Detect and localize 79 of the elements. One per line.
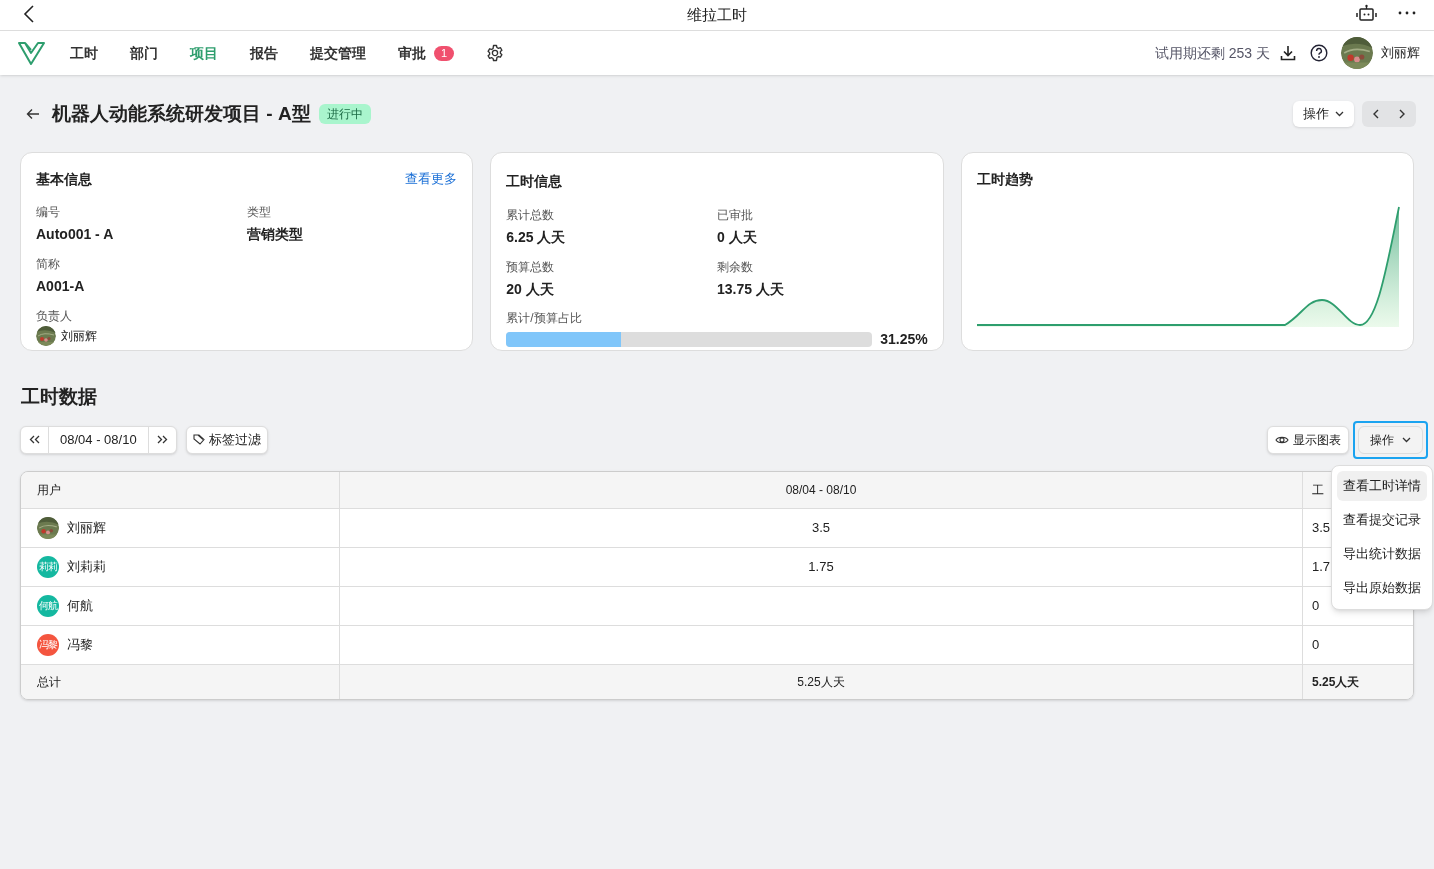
back-icon[interactable]	[22, 5, 36, 23]
menu-item[interactable]: 导出原始数据	[1337, 573, 1427, 603]
next-icon[interactable]	[1399, 109, 1406, 119]
window-title: 维拉工时	[687, 4, 747, 25]
card-title: 基本信息	[36, 170, 92, 189]
field-label: 编号	[36, 204, 61, 221]
field-value: 6.25 人天	[506, 228, 567, 247]
column-header: 08/04 - 08/10	[785, 481, 857, 499]
user-name: 何航	[67, 596, 93, 615]
menu-item[interactable]: 查看工时详情	[1337, 471, 1427, 501]
user-avatar: 冯黎	[37, 633, 59, 656]
actions-dropdown[interactable]: 操作	[1358, 425, 1423, 454]
date-range-control[interactable]: 08/04 - 08/10	[20, 425, 177, 454]
tag-filter-button[interactable]: 标签过滤	[185, 425, 268, 454]
table-cell-text: 0	[1312, 596, 1320, 615]
field-label: 累计总数	[506, 207, 556, 224]
trial-notice: 试用期还剩 253 天	[1154, 43, 1270, 63]
user-name: 冯黎	[67, 635, 93, 654]
column-header: 工	[1312, 481, 1324, 499]
robot-icon[interactable]	[1356, 4, 1377, 22]
show-chart-button[interactable]: 显示图表	[1267, 425, 1349, 454]
field-label: 已审批	[717, 207, 754, 224]
table-cell-text: 1.75	[808, 557, 834, 576]
field-value: 0 人天	[717, 228, 758, 247]
table-cell-text: 3.5	[1312, 518, 1331, 537]
field-label: 类型	[246, 204, 272, 221]
table-cell-text: 1.7	[1312, 557, 1331, 576]
field-value: A001-A	[36, 277, 86, 296]
previous-icon[interactable]	[1372, 109, 1379, 119]
card-title: 工时趋势	[976, 170, 1034, 189]
tag-icon	[192, 434, 206, 445]
table-cell-text: 5.25人天	[1312, 673, 1360, 691]
owner-name: 刘丽辉	[61, 328, 97, 345]
nav-tab[interactable]: 部门	[130, 42, 158, 64]
view-more-link[interactable]: 查看更多	[405, 169, 458, 190]
caret-icon	[1335, 111, 1344, 117]
nav-tab[interactable]: 工时	[70, 42, 98, 64]
total-label: 总计	[37, 673, 61, 691]
menu-item[interactable]: 查看提交记录	[1337, 505, 1427, 535]
user-avatar: 何航	[37, 594, 59, 617]
user-name: 刘莉莉	[67, 557, 106, 576]
more-icon[interactable]	[1398, 11, 1416, 15]
ratio-value: 31.25%	[880, 330, 928, 349]
status-badge: 进行中	[318, 104, 371, 124]
actions-dropdown[interactable]: 操作	[1293, 101, 1354, 127]
eye-icon	[1275, 434, 1289, 445]
field-value: 20 人天	[506, 280, 555, 299]
date-range: 08/04 - 08/10	[48, 426, 149, 453]
settings-icon[interactable]	[486, 44, 505, 62]
table-cell-text: 3.5	[811, 518, 831, 537]
user-avatar: 莉莉	[37, 555, 59, 578]
back-arrow-icon[interactable]	[26, 108, 40, 120]
field-value: 13.75 人天	[717, 280, 785, 299]
field-label: 累计/预算占比	[506, 310, 583, 327]
nav-tab[interactable]: 审批	[398, 42, 426, 64]
nav-tab[interactable]: 提交管理	[310, 42, 366, 64]
field-label: 剩余数	[717, 259, 754, 276]
help-icon[interactable]	[1310, 44, 1328, 62]
project-title: 机器人动能系统研发项目 - A型	[52, 101, 311, 126]
table-cell-text: 5.25人天	[797, 673, 845, 691]
section-title: 工时数据	[20, 385, 98, 409]
count-badge: 1	[434, 45, 455, 61]
logo-icon[interactable]	[18, 40, 45, 66]
card-title: 工时信息	[506, 173, 563, 189]
menu-item[interactable]: 导出统计数据	[1337, 539, 1427, 569]
previous-double-icon[interactable]	[29, 435, 40, 444]
field-value: Auto001 - A	[36, 225, 115, 244]
field-label: 负责人	[36, 308, 73, 325]
caret-icon	[1402, 436, 1411, 443]
field-label: 简称	[36, 256, 61, 273]
table-cell-text: 0	[1312, 635, 1320, 654]
nav-tab[interactable]: 报告	[250, 42, 278, 64]
field-value: 营销类型	[246, 225, 304, 244]
next-double-icon[interactable]	[156, 435, 168, 444]
user-name: 刘丽辉	[67, 518, 106, 537]
user-name[interactable]: 刘丽辉	[1381, 43, 1420, 63]
download-icon[interactable]	[1280, 45, 1296, 61]
column-header: 用户	[37, 481, 61, 499]
field-label: 预算总数	[506, 259, 556, 276]
